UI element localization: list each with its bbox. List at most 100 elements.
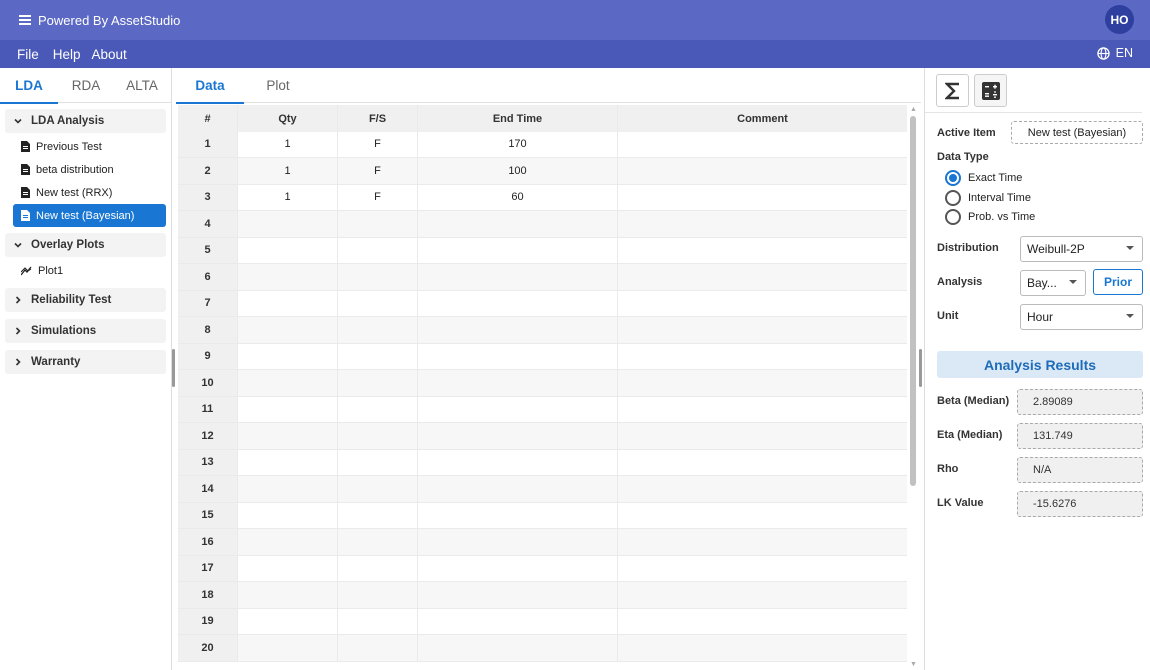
- end-time-cell[interactable]: [418, 264, 618, 290]
- end-time-cell[interactable]: [418, 476, 618, 502]
- left-splitter-handle[interactable]: [172, 349, 175, 387]
- tab-lda[interactable]: LDA: [0, 68, 58, 104]
- comment-cell[interactable]: [618, 238, 907, 264]
- comment-cell[interactable]: [618, 132, 907, 158]
- column-header-fs[interactable]: F/S: [338, 105, 418, 132]
- qty-cell[interactable]: [238, 608, 338, 634]
- comment-cell[interactable]: [618, 635, 907, 661]
- tab-rda[interactable]: RDA: [58, 68, 114, 103]
- comment-cell[interactable]: [618, 397, 907, 423]
- fs-cell[interactable]: F: [338, 184, 418, 210]
- fs-cell[interactable]: [338, 343, 418, 369]
- fs-cell[interactable]: [338, 635, 418, 661]
- tree-group-simulations[interactable]: Simulations: [5, 319, 166, 343]
- end-time-cell[interactable]: [418, 290, 618, 316]
- end-time-cell[interactable]: [418, 317, 618, 343]
- prior-button[interactable]: Prior: [1093, 269, 1143, 295]
- menu-about[interactable]: About: [92, 47, 127, 62]
- comment-cell[interactable]: [618, 529, 907, 555]
- fs-cell[interactable]: [338, 423, 418, 449]
- fs-cell[interactable]: [338, 529, 418, 555]
- column-header-qty[interactable]: Qty: [238, 105, 338, 132]
- qty-cell[interactable]: [238, 237, 338, 263]
- menu-file[interactable]: File: [17, 47, 39, 62]
- scrollbar-thumb[interactable]: [910, 116, 916, 486]
- tab-plot[interactable]: Plot: [244, 68, 312, 103]
- fs-cell[interactable]: [338, 608, 418, 634]
- end-time-cell[interactable]: [418, 608, 618, 634]
- tree-item-plot1[interactable]: Plot1: [5, 259, 166, 282]
- analysis-select[interactable]: Bay...: [1020, 270, 1086, 296]
- comment-cell[interactable]: [618, 185, 907, 211]
- end-time-cell[interactable]: 100: [418, 158, 618, 184]
- end-time-cell[interactable]: [418, 343, 618, 369]
- comment-cell[interactable]: [618, 556, 907, 582]
- scroll-up-icon[interactable]: ▲: [910, 106, 917, 113]
- grid-scrollbar[interactable]: ▲ ▼: [909, 106, 918, 668]
- tree-group-warranty[interactable]: Warranty: [5, 350, 166, 374]
- end-time-cell[interactable]: [418, 211, 618, 237]
- qty-cell[interactable]: [238, 343, 338, 369]
- end-time-cell[interactable]: [418, 370, 618, 396]
- column-header-index[interactable]: #: [178, 105, 238, 132]
- end-time-cell[interactable]: 60: [418, 184, 618, 210]
- radio-interval-time[interactable]: Interval Time: [945, 190, 1031, 206]
- end-time-cell[interactable]: [418, 502, 618, 528]
- radio-exact-time[interactable]: Exact Time: [945, 170, 1022, 186]
- qty-cell[interactable]: [238, 476, 338, 502]
- end-time-cell[interactable]: 170: [418, 131, 618, 157]
- fs-cell[interactable]: [338, 237, 418, 263]
- qty-cell[interactable]: [238, 423, 338, 449]
- end-time-cell[interactable]: [418, 237, 618, 263]
- language-selector[interactable]: EN: [1096, 46, 1133, 60]
- unit-select[interactable]: Hour: [1020, 304, 1143, 330]
- column-header-comment[interactable]: Comment: [618, 105, 907, 132]
- fs-cell[interactable]: [338, 290, 418, 316]
- qty-cell[interactable]: [238, 449, 338, 475]
- end-time-cell[interactable]: [418, 423, 618, 449]
- right-splitter-handle[interactable]: [919, 349, 922, 387]
- end-time-cell[interactable]: [418, 449, 618, 475]
- qty-cell[interactable]: 1: [238, 184, 338, 210]
- qty-cell[interactable]: [238, 396, 338, 422]
- tab-data[interactable]: Data: [176, 68, 244, 104]
- qty-cell[interactable]: [238, 211, 338, 237]
- comment-cell[interactable]: [618, 158, 907, 184]
- fs-cell[interactable]: [338, 317, 418, 343]
- comment-cell[interactable]: [618, 609, 907, 635]
- menu-help[interactable]: Help: [53, 47, 81, 62]
- fs-cell[interactable]: [338, 555, 418, 581]
- distribution-select[interactable]: Weibull-2P: [1020, 236, 1143, 262]
- tree-item-beta-distribution[interactable]: beta distribution: [5, 158, 166, 181]
- column-header-end-time[interactable]: End Time: [418, 105, 618, 132]
- scroll-down-icon[interactable]: ▼: [910, 661, 917, 668]
- tab-alta[interactable]: ALTA: [114, 68, 170, 103]
- fs-cell[interactable]: [338, 476, 418, 502]
- tree-item-new-test-bayesian[interactable]: New test (Bayesian): [13, 204, 166, 227]
- fs-cell[interactable]: [338, 211, 418, 237]
- end-time-cell[interactable]: [418, 582, 618, 608]
- qty-cell[interactable]: [238, 264, 338, 290]
- comment-cell[interactable]: [618, 317, 907, 343]
- qty-cell[interactable]: [238, 370, 338, 396]
- comment-cell[interactable]: [618, 476, 907, 502]
- tree-group-overlay-plots[interactable]: Overlay Plots: [5, 233, 166, 257]
- qty-cell[interactable]: [238, 635, 338, 661]
- end-time-cell[interactable]: [418, 529, 618, 555]
- comment-cell[interactable]: [618, 211, 907, 237]
- fs-cell[interactable]: [338, 396, 418, 422]
- fs-cell[interactable]: [338, 264, 418, 290]
- tree-group-reliability-test[interactable]: Reliability Test: [5, 288, 166, 312]
- qty-cell[interactable]: [238, 317, 338, 343]
- comment-cell[interactable]: [618, 450, 907, 476]
- tree-item-new-test-rrx[interactable]: New test (RRX): [5, 181, 166, 204]
- end-time-cell[interactable]: [418, 635, 618, 661]
- comment-cell[interactable]: [618, 344, 907, 370]
- qty-cell[interactable]: [238, 290, 338, 316]
- tree-item-previous-test[interactable]: Previous Test: [5, 135, 166, 158]
- qty-cell[interactable]: [238, 555, 338, 581]
- hamburger-menu-icon[interactable]: [19, 14, 33, 26]
- tree-group-lda-analysis[interactable]: LDA Analysis: [5, 109, 166, 133]
- user-avatar[interactable]: HO: [1105, 5, 1134, 34]
- fs-cell[interactable]: [338, 449, 418, 475]
